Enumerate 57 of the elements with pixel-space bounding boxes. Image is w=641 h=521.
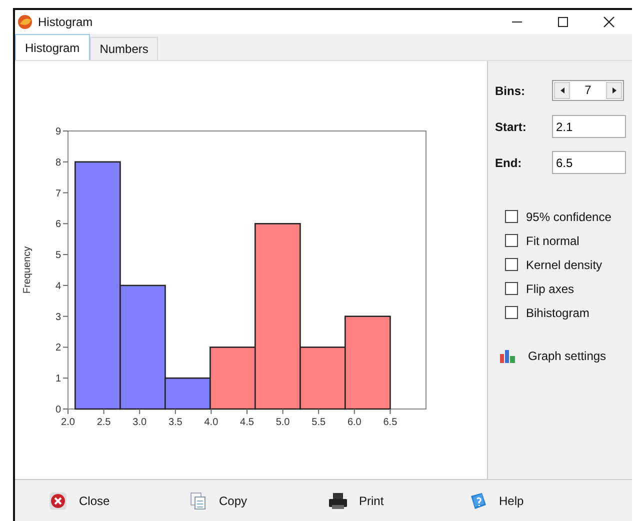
axis-label: 3 xyxy=(55,312,61,323)
copy-icon xyxy=(189,492,207,510)
tab[interactable]: Numbers xyxy=(90,37,158,60)
axis-label: 5 xyxy=(55,250,61,262)
axis-label: 4.0 xyxy=(204,417,218,428)
axis-label: 2.5 xyxy=(96,417,111,428)
bins-spinner[interactable]: 7 xyxy=(552,80,624,101)
app-icon xyxy=(17,14,33,30)
window-title: Histogram xyxy=(38,15,93,29)
input-field[interactable]: 6.5 xyxy=(552,151,626,174)
axis-label: 6.0 xyxy=(347,417,362,428)
axis-label: 1 xyxy=(55,374,61,385)
axis-label: 6.5 xyxy=(383,417,398,428)
checkbox[interactable] xyxy=(505,258,518,271)
bar-chart-icon xyxy=(500,349,516,363)
axis-label: 0 xyxy=(55,404,61,416)
toolbar-button[interactable]: Print xyxy=(329,486,469,516)
tab[interactable]: Histogram xyxy=(15,34,90,60)
toolbar-button[interactable]: Help xyxy=(469,486,609,516)
maximize-icon xyxy=(557,16,569,28)
left-arrow-icon xyxy=(560,87,564,94)
link[interactable]: Graph settings xyxy=(528,349,606,363)
axis-label: 8 xyxy=(55,157,61,168)
axis-label: 3.0 xyxy=(132,417,147,428)
toolbar-button[interactable]: Close xyxy=(49,486,189,516)
axis-label: 2 xyxy=(55,342,61,354)
right-arrow-icon xyxy=(612,87,616,94)
axis-label: 7 xyxy=(55,188,61,200)
axis-label: 6 xyxy=(55,219,61,230)
checkbox-label: Flip axes xyxy=(526,282,574,296)
axis-label: 4.5 xyxy=(240,417,254,428)
close-icon xyxy=(49,492,67,510)
field-label: Bins: xyxy=(495,84,526,98)
axis-label: 5.0 xyxy=(276,417,290,428)
input-field[interactable]: 2.1 xyxy=(552,115,626,138)
axis-label: 5.5 xyxy=(312,417,326,428)
axis-title: Frequency xyxy=(22,246,33,294)
axis-label: 9 xyxy=(55,126,61,138)
axis-label: 3.5 xyxy=(168,417,182,428)
checkbox-label: 95% confidence xyxy=(526,210,612,224)
close-icon xyxy=(603,16,615,28)
decrement-button[interactable] xyxy=(554,82,570,99)
field-label: Start: xyxy=(495,120,528,134)
checkbox[interactable] xyxy=(505,210,518,223)
checkbox-label: Fit normal xyxy=(526,234,580,248)
checkbox[interactable] xyxy=(505,282,518,295)
toolbar-button[interactable]: Copy xyxy=(189,486,329,516)
printer-icon xyxy=(329,492,347,510)
checkbox[interactable] xyxy=(505,306,518,319)
axis-label: 2.0 xyxy=(61,417,75,428)
checkbox-label: Kernel density xyxy=(526,258,602,272)
axis-label: 4 xyxy=(55,280,61,292)
field-label: End: xyxy=(495,156,523,170)
checkbox[interactable] xyxy=(505,234,518,247)
help-book-icon xyxy=(469,492,487,510)
checkbox-label: Bihistogram xyxy=(526,306,590,320)
increment-button[interactable] xyxy=(606,82,622,99)
